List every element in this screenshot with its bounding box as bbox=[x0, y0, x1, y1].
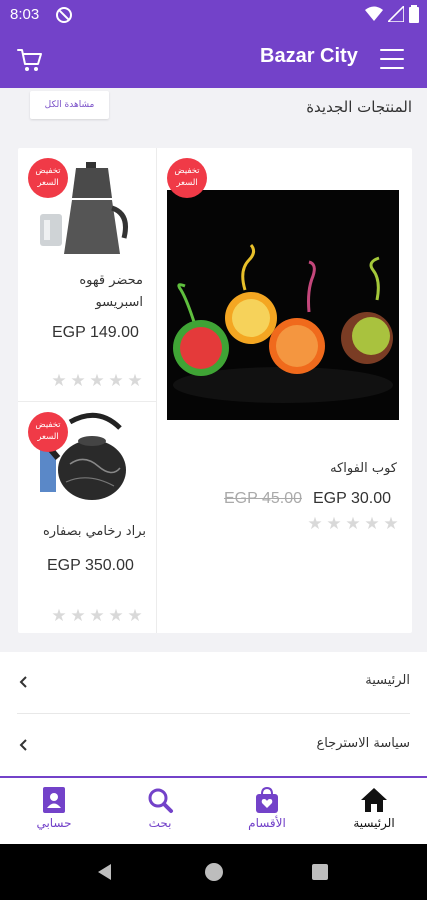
main-content: مشاهدة الكل المنتجات الجديدة تخفيض السعر… bbox=[0, 88, 427, 776]
product-card-espresso-maker[interactable]: تخفيض السعر محضر قهوه اسبريسو EGP 149.00… bbox=[18, 148, 156, 401]
star-icon: ★ bbox=[89, 371, 105, 391]
product-old-price: EGP 45.00 bbox=[224, 490, 302, 507]
nav-categories[interactable]: الأقسام bbox=[227, 786, 307, 830]
home-icon bbox=[361, 788, 387, 812]
chevron-left-icon bbox=[19, 676, 27, 688]
star-icon: ★ bbox=[383, 514, 399, 534]
rating-stars: ★ ★ ★ ★ ★ bbox=[307, 514, 399, 534]
menu-icon[interactable] bbox=[380, 49, 404, 69]
links-list: الرئيسية سياسة الاسترجاع bbox=[0, 652, 427, 776]
account-icon bbox=[43, 787, 65, 813]
bottom-nav: حسابي بحث الأقسام الرئيسية bbox=[0, 776, 427, 844]
star-icon: ★ bbox=[70, 606, 86, 626]
status-icons bbox=[365, 5, 419, 23]
star-icon: ★ bbox=[108, 606, 124, 626]
product-price: EGP 149.00 bbox=[52, 324, 139, 341]
view-all-button[interactable]: مشاهدة الكل bbox=[30, 91, 109, 119]
product-name: براد رخامي بصفاره bbox=[42, 524, 146, 539]
star-icon: ★ bbox=[127, 606, 143, 626]
product-image[interactable] bbox=[167, 190, 399, 420]
star-icon: ★ bbox=[345, 514, 361, 534]
star-icon: ★ bbox=[51, 371, 67, 391]
link-label: الرئيسية bbox=[365, 673, 410, 688]
product-price: EGP 350.00 bbox=[47, 557, 134, 574]
sale-badge: تخفيض السعر bbox=[167, 158, 207, 198]
link-home[interactable]: الرئيسية bbox=[17, 652, 410, 714]
shopping-bag-icon bbox=[256, 786, 278, 813]
product-card-fruit-cup[interactable]: تخفيض السعر كوب الفواكه EGP 30.00 EGP 45… bbox=[157, 148, 412, 633]
nav-search[interactable]: بحث bbox=[120, 786, 200, 830]
app-title: Bazar City bbox=[260, 45, 358, 67]
link-label: سياسة الاسترجاع bbox=[316, 736, 410, 751]
star-icon: ★ bbox=[108, 371, 124, 391]
nav-label: بحث bbox=[148, 816, 172, 830]
cart-icon[interactable] bbox=[16, 46, 44, 74]
chevron-left-icon bbox=[19, 739, 27, 751]
sale-badge: تخفيض السعر bbox=[28, 158, 68, 198]
status-time: 8:03 bbox=[10, 6, 40, 23]
star-icon: ★ bbox=[307, 514, 323, 534]
product-name: كوب الفواكه bbox=[330, 461, 397, 476]
status-bar: 8:03 bbox=[0, 0, 427, 32]
do-not-disturb-icon bbox=[56, 7, 72, 23]
search-icon bbox=[148, 788, 173, 813]
section-title: المنتجات الجديدة bbox=[306, 98, 412, 116]
star-icon: ★ bbox=[70, 371, 86, 391]
recent-apps-icon[interactable] bbox=[312, 864, 328, 880]
app-bar: Bazar City bbox=[0, 32, 427, 88]
home-button-icon[interactable] bbox=[205, 863, 223, 881]
nav-label: الأقسام bbox=[248, 816, 286, 830]
product-card-marble-kettle[interactable]: تخفيض السعر براد رخامي بصفاره EGP 350.00… bbox=[18, 402, 156, 633]
rating-stars: ★ ★ ★ ★ ★ bbox=[51, 606, 143, 626]
battery-icon bbox=[409, 5, 419, 23]
rating-stars: ★ ★ ★ ★ ★ bbox=[51, 371, 143, 391]
product-name: محضر قهوه اسبريسو bbox=[79, 273, 143, 310]
signal-icon bbox=[388, 6, 404, 22]
link-return-policy[interactable]: سياسة الاسترجاع bbox=[17, 715, 410, 776]
star-icon: ★ bbox=[326, 514, 342, 534]
back-icon[interactable] bbox=[98, 864, 111, 880]
product-price: EGP 30.00 bbox=[313, 490, 391, 507]
system-nav-bar bbox=[0, 844, 427, 900]
nav-home[interactable]: الرئيسية bbox=[334, 786, 414, 830]
star-icon: ★ bbox=[89, 606, 105, 626]
nav-label: حسابي bbox=[36, 816, 72, 830]
sale-badge: تخفيض السعر bbox=[28, 412, 68, 452]
star-icon: ★ bbox=[127, 371, 143, 391]
nav-label: الرئيسية bbox=[353, 816, 395, 830]
products-grid: تخفيض السعر كوب الفواكه EGP 30.00 EGP 45… bbox=[18, 148, 412, 633]
wifi-icon bbox=[365, 6, 383, 21]
nav-account[interactable]: حسابي bbox=[14, 786, 94, 830]
star-icon: ★ bbox=[364, 514, 380, 534]
star-icon: ★ bbox=[51, 606, 67, 626]
